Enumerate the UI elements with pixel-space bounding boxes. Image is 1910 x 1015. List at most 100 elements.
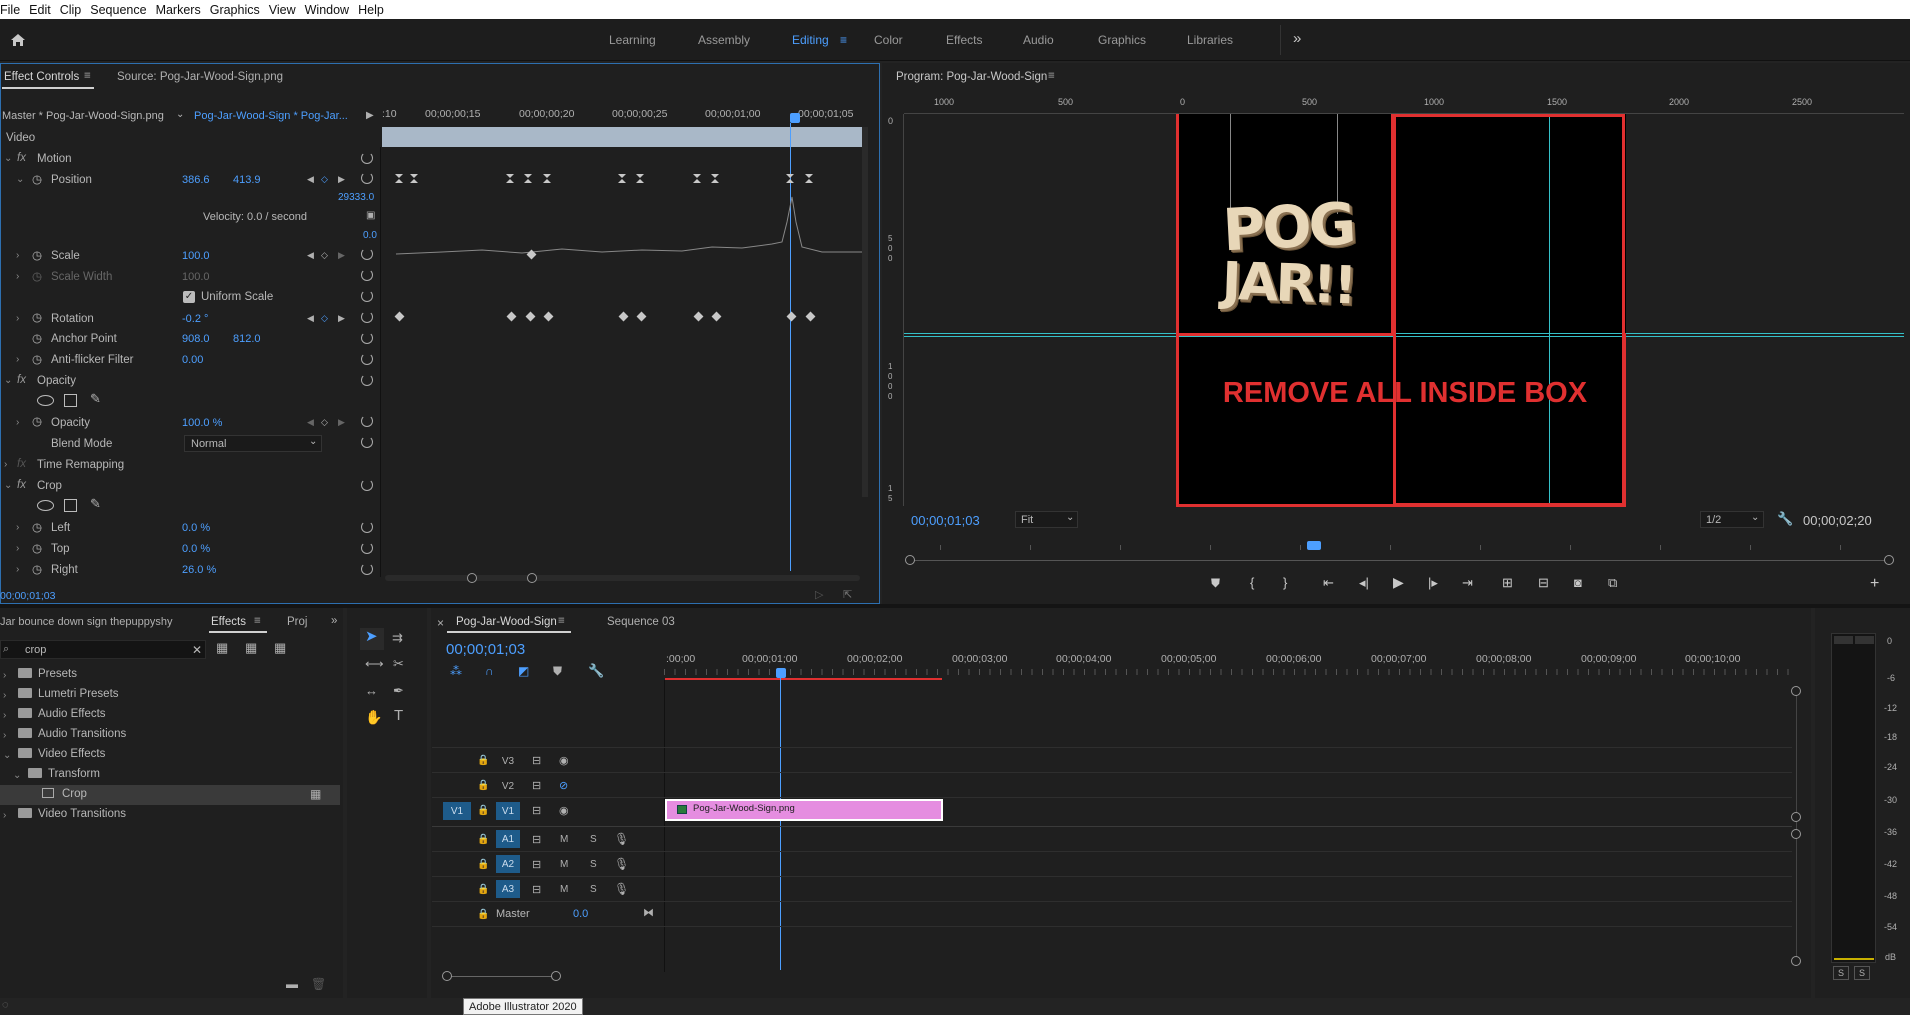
antiflicker-value[interactable]: 0.00: [182, 354, 203, 366]
timeline-settings-icon[interactable]: 🔧: [588, 664, 604, 677]
workspace-effects[interactable]: Effects: [946, 33, 982, 47]
project-label[interactable]: Jar bounce down sign thepuppyshy: [0, 616, 176, 628]
keyframe-marker[interactable]: [805, 174, 814, 183]
reset-icon[interactable]: [361, 542, 373, 554]
effects-item-lumetri-presets[interactable]: Lumetri Presets: [18, 688, 119, 700]
reset-icon[interactable]: [361, 374, 373, 386]
camera-icon[interactable]: ◙: [1574, 575, 1582, 590]
ellipse-mask-icon[interactable]: [37, 500, 54, 511]
play-icon[interactable]: ▶: [1393, 574, 1404, 591]
go-to-edit-point-icon[interactable]: ⧓: [643, 907, 654, 919]
track-a1[interactable]: A1: [496, 830, 520, 848]
add-marker-icon[interactable]: ⛊: [553, 665, 562, 677]
reset-icon[interactable]: [361, 172, 373, 184]
scrub-start-handle[interactable]: [905, 555, 915, 565]
go-to-out-icon[interactable]: ⇥: [1462, 575, 1473, 591]
selection-tool-icon[interactable]: ➤: [365, 629, 378, 644]
timeline-ruler[interactable]: :00;00 00;00;01;00 00;00;02;00 00;00;03;…: [664, 650, 1794, 680]
stopwatch-icon[interactable]: ◷: [32, 352, 42, 366]
reset-icon[interactable]: [361, 479, 373, 491]
fx-icon[interactable]: fx: [17, 479, 26, 491]
hand-tool-icon[interactable]: ✋: [365, 710, 382, 724]
keyframe-marker[interactable]: [506, 311, 517, 322]
collapse-icon[interactable]: ⌄: [4, 153, 12, 164]
effects-item-video-transitions[interactable]: Video Transitions: [18, 808, 126, 820]
microphone-icon[interactable]: 🎙: [614, 858, 629, 870]
track-a3[interactable]: A3: [496, 880, 520, 898]
eye-icon[interactable]: ◉: [559, 755, 569, 767]
reset-icon[interactable]: [361, 311, 373, 323]
microphone-icon[interactable]: 🎙: [614, 883, 629, 895]
sync-lock-icon[interactable]: ⊟: [532, 805, 541, 817]
expand-icon[interactable]: ›: [16, 543, 19, 554]
velocity-graph[interactable]: [382, 192, 862, 262]
clear-search-icon[interactable]: ✕: [192, 643, 202, 657]
expand-icon[interactable]: ›: [3, 670, 6, 681]
sync-lock-icon[interactable]: ⊟: [532, 755, 541, 767]
button-editor-icon[interactable]: +: [1870, 575, 1879, 593]
position-x-value[interactable]: 386.6: [182, 174, 210, 186]
mark-in-icon[interactable]: {: [1250, 575, 1254, 590]
menu-edit[interactable]: Edit: [29, 3, 60, 17]
play-audio-icon[interactable]: ▷: [815, 589, 823, 601]
panel-menu-icon[interactable]: ≡: [254, 615, 261, 627]
menu-window[interactable]: Window: [305, 3, 358, 17]
razor-tool-icon[interactable]: ✂: [393, 657, 404, 670]
overflow-panels-icon[interactable]: »: [331, 615, 337, 627]
stopwatch-icon[interactable]: ◷: [32, 541, 42, 555]
menu-file[interactable]: File: [0, 3, 29, 17]
sync-lock-icon[interactable]: ⊟: [532, 884, 541, 896]
export-frame-icon[interactable]: ⇱: [843, 589, 852, 601]
expand-icon[interactable]: ›: [16, 354, 19, 365]
microphone-icon[interactable]: 🎙: [614, 833, 629, 845]
fx-icon[interactable]: fx: [17, 374, 26, 386]
opacity-value[interactable]: 100.0 %: [182, 417, 222, 429]
workspace-graphics[interactable]: Graphics: [1098, 33, 1146, 47]
ec-keyframe-area[interactable]: [382, 168, 862, 588]
delete-icon[interactable]: 🗑: [311, 978, 326, 990]
stopwatch-icon[interactable]: ◷: [32, 562, 42, 576]
menu-help[interactable]: Help: [358, 3, 393, 17]
crop-top-value[interactable]: 0.0 %: [182, 543, 210, 555]
snap-icon[interactable]: ∩: [485, 665, 494, 677]
keyframe-marker[interactable]: [543, 174, 552, 183]
track-v1[interactable]: V1: [496, 802, 520, 820]
pen-tool-icon[interactable]: ✒: [393, 684, 404, 697]
expand-icon[interactable]: ›: [16, 522, 19, 533]
prev-keyframe-icon[interactable]: ◀: [307, 312, 314, 324]
reset-icon[interactable]: [361, 353, 373, 365]
crop-right-value[interactable]: 26.0 %: [182, 564, 216, 576]
track-v3[interactable]: V3: [496, 752, 520, 770]
keyframe-marker[interactable]: [618, 174, 627, 183]
mark-out-icon[interactable]: }: [1283, 575, 1287, 590]
effects-item-audio-transitions[interactable]: Audio Transitions: [18, 728, 126, 740]
graph-toggle-icon[interactable]: ▣: [366, 210, 375, 222]
solo-left-button[interactable]: S: [1833, 966, 1849, 980]
close-sequence-icon[interactable]: ×: [437, 616, 444, 630]
stopwatch-icon[interactable]: ◷: [32, 172, 42, 186]
prev-keyframe-icon[interactable]: ◀: [307, 249, 314, 261]
stopwatch-icon[interactable]: ◷: [32, 520, 42, 534]
mute-button[interactable]: M: [560, 884, 568, 896]
time-remapping-label[interactable]: Time Remapping: [37, 459, 124, 471]
solo-right-button[interactable]: S: [1854, 966, 1870, 980]
nest-icon[interactable]: ⁂: [450, 665, 462, 677]
reset-icon[interactable]: [361, 269, 373, 281]
expand-icon[interactable]: ›: [3, 730, 6, 741]
menu-graphics[interactable]: Graphics: [210, 3, 269, 17]
v-scroll-handle[interactable]: [1791, 829, 1801, 839]
workspace-color[interactable]: Color: [874, 33, 903, 47]
expand-icon[interactable]: ›: [16, 313, 19, 324]
menu-view[interactable]: View: [269, 3, 305, 17]
lock-icon[interactable]: 🔒: [477, 834, 489, 846]
ec-timecode[interactable]: 00;00;01;03: [0, 590, 55, 602]
next-keyframe-icon[interactable]: ▶: [338, 249, 345, 261]
keyframe-marker[interactable]: [524, 174, 533, 183]
blend-mode-dropdown[interactable]: Normal ⌄: [184, 435, 322, 452]
timeline-h-scrollbar[interactable]: [448, 976, 556, 977]
add-keyframe-icon[interactable]: ◇: [321, 312, 328, 324]
expand-icon[interactable]: ›: [4, 459, 7, 470]
collapse-icon[interactable]: ⌄: [4, 480, 12, 491]
expand-icon[interactable]: ›: [16, 417, 19, 428]
effects-item-video-effects[interactable]: Video Effects: [18, 748, 105, 760]
